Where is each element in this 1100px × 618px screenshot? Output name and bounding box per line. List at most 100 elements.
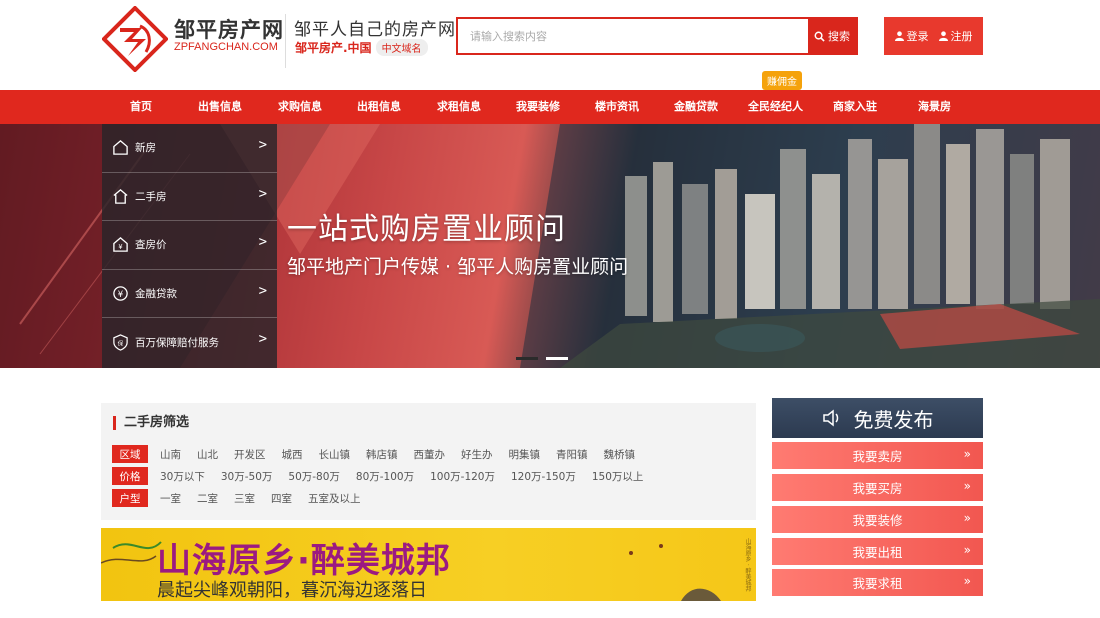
filter-option[interactable]: 100万-120万 [430,469,495,484]
search-button[interactable]: 搜索 [808,19,856,53]
nav-item-agent[interactable]: 全民经纪人 [748,90,803,124]
rent-out-button[interactable]: 我要出租 » [772,538,983,565]
site-slogan: 邹平人自己的房产网 [294,20,456,40]
double-chevron-right-icon: » [963,479,971,493]
filter-option[interactable]: 30万-50万 [221,469,273,484]
side-menu: 新房 > 二手房 > ¥ 查房价 > ¥ 金融贷款 > 保 百万保障赔付服务 > [102,124,277,368]
free-publish-header: 免费发布 [772,398,983,438]
publish-button-label: 我要装修 [852,513,903,528]
register-button[interactable]: 注册 [938,28,973,44]
filter-option[interactable]: 好生办 [461,447,493,462]
filter-option[interactable]: 开发区 [234,447,266,462]
filter-option[interactable]: 30万以下 [160,469,205,484]
filter-option[interactable]: 120万-150万 [511,469,576,484]
filter-option[interactable]: 四室 [271,491,292,506]
decoration-button[interactable]: 我要装修 » [772,506,983,533]
filter-option[interactable]: 二室 [197,491,218,506]
house-icon [113,140,128,156]
chinese-domain: 邹平房产.中国 中文域名 [295,39,428,56]
side-item-label: 查房价 [135,239,167,252]
filter-option[interactable]: 三室 [234,491,255,506]
side-item-label: 金融贷款 [135,288,177,301]
shield-guarantee-icon: 保 [113,334,128,351]
svg-text:¥: ¥ [118,244,122,252]
filter-row-price: 价格 30万以下 30万-50万 50万-80万 80万-100万 100万-1… [112,467,651,485]
filter-option[interactable]: 韩店镇 [366,447,398,462]
property-ad-banner[interactable]: 山海原乡·醉美城邦 晨起尖峰观朝阳，暮沉海边逐落日 山海原乡 · 醉美城邦 [101,528,756,601]
header-divider [285,14,286,68]
filter-option[interactable]: 魏桥镇 [604,447,636,462]
nav-item-rent-wanted[interactable]: 求租信息 [437,90,481,124]
nav-item-news[interactable]: 楼市资讯 [595,90,639,124]
filter-option[interactable]: 明集镇 [509,447,541,462]
nav-item-buy[interactable]: 求购信息 [278,90,322,124]
filter-row-layout: 户型 一室 二室 三室 四室 五室及以上 [112,489,369,507]
nav-item-merchant[interactable]: 商家入驻 [833,90,877,124]
filter-option[interactable]: 西董办 [414,447,446,462]
nav-item-home[interactable]: 首页 [130,90,152,124]
nav-item-loans[interactable]: 金融贷款 [674,90,718,124]
ad-subtitle: 晨起尖峰观朝阳，暮沉海边逐落日 [157,580,427,601]
register-label: 注册 [950,30,973,43]
nav-item-rent-out[interactable]: 出租信息 [357,90,401,124]
chevron-right-icon: > [258,282,267,299]
chevron-right-icon: > [258,137,267,153]
filter-label-price: 价格 [112,467,148,485]
ad-side-text: 山海原乡 · 醉美城邦 [744,538,751,592]
double-chevron-right-icon: » [963,543,971,557]
side-item-label: 新房 [135,142,156,155]
chevron-right-icon: > [258,234,267,251]
earn-commission-tag[interactable]: 赚佣金 [762,71,802,94]
login-label: 登录 [906,30,929,43]
filter-title: 二手房筛选 [113,416,189,430]
banner-subtitle: 邹平地产门户传媒 · 邹平人购房置业顾问 [287,256,629,278]
publish-button-label: 我要买房 [852,481,903,496]
banner-dot-2[interactable] [546,357,568,360]
side-item-guarantee[interactable]: 保 百万保障赔付服务 > [102,318,277,367]
double-chevron-right-icon: » [963,511,971,525]
double-chevron-right-icon: » [963,447,971,461]
filter-option[interactable]: 山北 [197,447,218,462]
nav-item-seaview[interactable]: 海景房 [918,90,951,124]
filter-option[interactable]: 长山镇 [319,447,351,462]
filter-option[interactable]: 城西 [282,447,303,462]
logo-icon[interactable] [102,6,168,72]
side-item-second-hand[interactable]: 二手房 > [102,173,277,222]
search-input[interactable] [458,19,810,53]
filter-option[interactable]: 150万以上 [592,469,644,484]
chevron-right-icon: > [258,331,267,348]
rent-wanted-button[interactable]: 我要求租 » [772,569,983,596]
nav-item-decoration[interactable]: 我要装修 [516,90,560,124]
side-item-new-house[interactable]: 新房 > [102,124,277,173]
chevron-right-icon: > [258,185,267,202]
second-hand-filter-panel: 二手房筛选 区域 山南 山北 开发区 城西 长山镇 韩店镇 西董办 好生办 明集… [101,403,756,520]
filter-option[interactable]: 五室及以上 [308,491,361,506]
filter-label-area: 区域 [112,445,148,463]
publish-button-label: 我要求租 [852,576,903,591]
main-nav: 首页 出售信息 求购信息 出租信息 求租信息 我要装修 楼市资讯 金融贷款 全民… [0,90,1100,124]
free-publish-title: 免费发布 [853,407,934,432]
side-item-loans[interactable]: ¥ 金融贷款 > [102,270,277,319]
filter-option[interactable]: 山南 [160,447,181,462]
banner-dot-1[interactable] [516,357,538,360]
search-icon [814,31,825,42]
sell-house-button[interactable]: 我要卖房 » [772,442,983,469]
house-outline-icon [113,188,128,204]
filter-option[interactable]: 80万-100万 [356,469,414,484]
publish-button-label: 我要出租 [852,545,903,560]
site-header: 邹平房产网 ZPFANGCHAN.COM 邹平人自己的房产网 邹平房产.中国 中… [0,0,1100,94]
nav-item-sale[interactable]: 出售信息 [198,90,242,124]
logo-name: 邹平房产网 [174,18,284,42]
side-item-label: 百万保障赔付服务 [135,337,219,350]
logo-domain-en: ZPFANGCHAN.COM [174,41,278,53]
search-button-label: 搜索 [828,30,850,43]
filter-option[interactable]: 青阳镇 [556,447,588,462]
chinese-domain-text: 邹平房产.中国 [295,41,372,55]
svg-text:¥: ¥ [118,290,124,300]
buy-house-button[interactable]: 我要买房 » [772,474,983,501]
login-button[interactable]: 登录 [894,28,929,44]
filter-option[interactable]: 50万-80万 [288,469,340,484]
filter-option[interactable]: 一室 [160,491,181,506]
user-icon [938,31,948,41]
side-item-price[interactable]: ¥ 查房价 > [102,221,277,270]
